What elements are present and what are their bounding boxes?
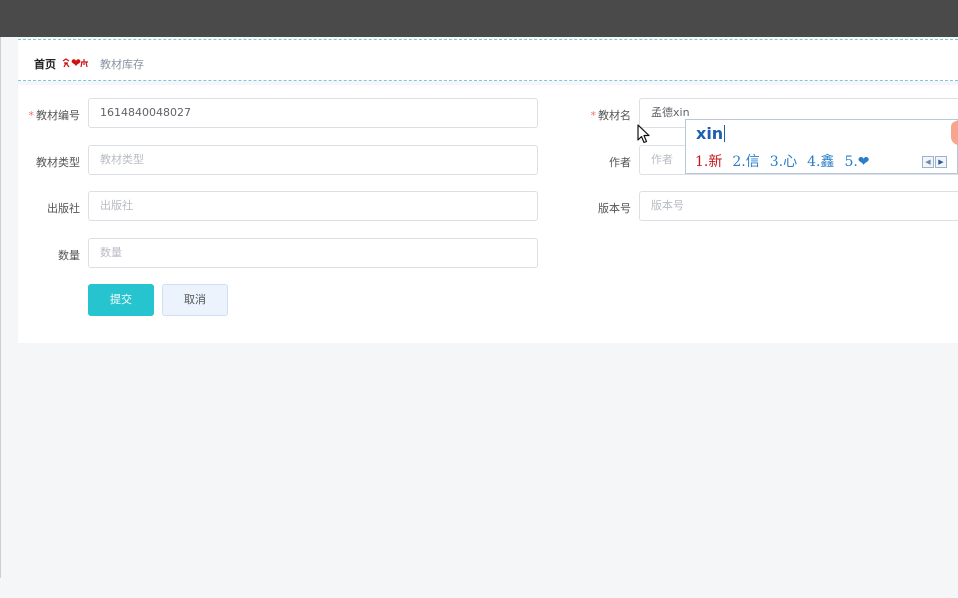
quantity-input[interactable]: 数量 — [88, 238, 538, 268]
ime-candidate-window: xin 1.新 2.信 3.心 4.鑫 5.❤ ◀ ▶ — [685, 119, 958, 174]
breadcrumb: 首页 ❤ 教材库存 — [18, 39, 958, 81]
ime-candidate[interactable]: 2.信 — [732, 151, 759, 171]
quantity-label: 数量 — [58, 249, 80, 262]
type-input[interactable]: 教材类型 — [88, 145, 538, 175]
triangle-right-icon[interactable]: ▶ — [935, 156, 947, 168]
ime-candidate[interactable]: 5.❤ — [844, 154, 869, 170]
text-caret — [724, 125, 726, 142]
ime-page-controls: ◀ ▶ — [922, 154, 948, 168]
breadcrumb-separator: ❤ — [62, 56, 89, 70]
edition-label: 版本号 — [598, 202, 631, 215]
ime-candidate-list: 1.新 2.信 3.心 4.鑫 5.❤ — [695, 151, 880, 171]
ime-candidate[interactable]: 3.心 — [770, 151, 797, 171]
required-mark: * — [590, 109, 597, 122]
breadcrumb-home-link[interactable]: 首页 — [34, 56, 56, 72]
code-input[interactable]: 1614840048027 — [88, 98, 538, 128]
left-edge-divider — [0, 37, 1, 578]
author-label: 作者 — [609, 156, 631, 169]
triangle-left-icon[interactable]: ◀ — [922, 156, 934, 168]
type-label: 教材类型 — [36, 156, 80, 169]
edition-input[interactable]: 版本号 — [639, 191, 958, 221]
ime-skin-decoration-icon — [951, 121, 958, 145]
ime-candidate[interactable]: 4.鑫 — [807, 151, 834, 171]
cancel-button[interactable]: 取消 — [162, 284, 228, 316]
code-label: * 教材编号 — [28, 109, 81, 122]
name-label: * 教材名 — [590, 109, 632, 122]
press-input[interactable]: 出版社 — [88, 191, 538, 221]
breadcrumb-current: 教材库存 — [100, 58, 144, 71]
heart-icon: ❤ — [71, 56, 81, 70]
press-label: 出版社 — [47, 202, 80, 215]
mouse-pointer-icon — [637, 124, 650, 144]
ime-candidate[interactable]: 1.新 — [695, 151, 722, 171]
separator-left-glyph-icon — [62, 58, 70, 68]
required-mark: * — [28, 109, 35, 122]
submit-button[interactable]: 提交 — [88, 284, 154, 316]
ime-composition: xin — [696, 124, 726, 143]
top-bar — [0, 0, 958, 37]
separator-right-glyph-icon — [80, 59, 89, 68]
